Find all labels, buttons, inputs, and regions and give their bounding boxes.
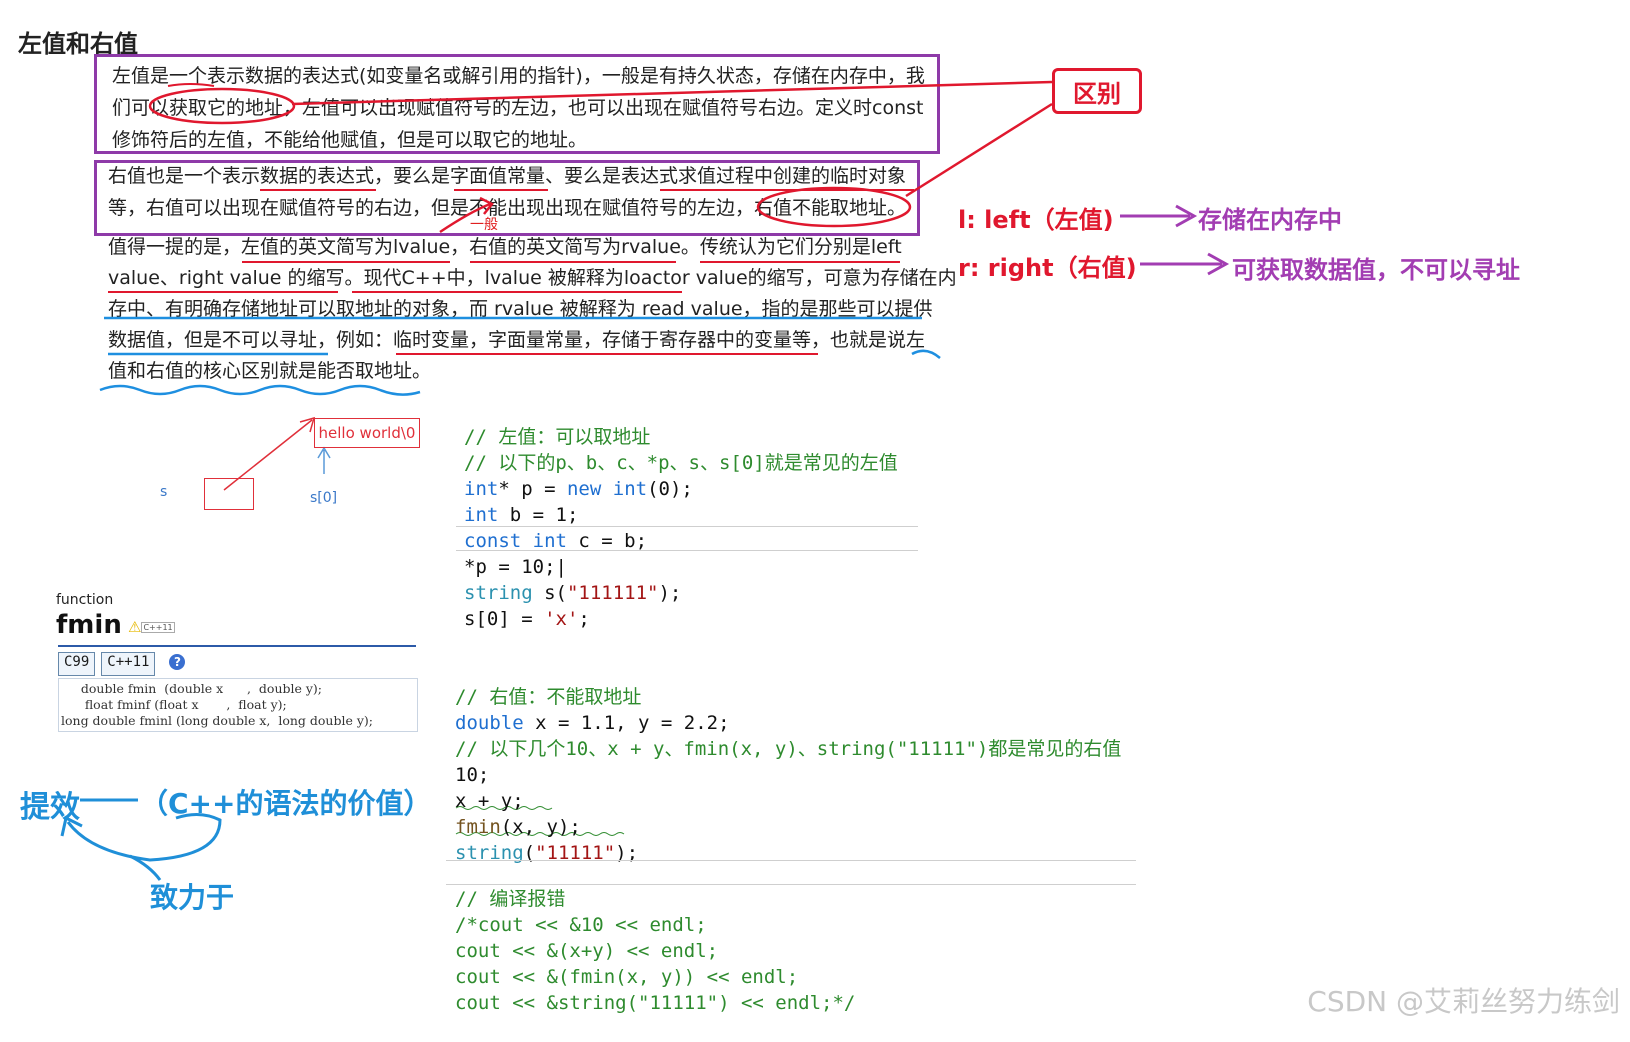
l-arrow bbox=[1120, 204, 1198, 228]
reference-tabs: C99 C++11 ? bbox=[58, 652, 418, 676]
code-line: s[0] = 'x'; bbox=[464, 608, 590, 630]
reference-signatures: double fmin (double x , double y); float… bbox=[58, 678, 418, 732]
code-comment: // 以下几个10、x + y、fmin(x, y)、string("11111… bbox=[455, 738, 1122, 760]
code-comment: // 以下的p、b、c、*p、s、s[0]就是常见的左值 bbox=[464, 452, 898, 474]
code-line: double x = 1.1, y = 2.2; bbox=[455, 712, 730, 734]
r-arrow bbox=[1140, 252, 1230, 276]
code-comment: cout << &(x+y) << endl; bbox=[455, 940, 719, 962]
code-line: x + y; bbox=[455, 790, 524, 812]
warning-icon: ⚠ bbox=[128, 618, 142, 636]
efficiency-label: 提效 bbox=[20, 790, 80, 825]
code-comment: // 编译报错 bbox=[455, 888, 566, 910]
reference-kind: function bbox=[56, 592, 114, 608]
red-underline bbox=[167, 83, 215, 87]
address-circle bbox=[148, 87, 296, 125]
lvalue-code-block: // 左值：可以取地址 // 以下的p、b、c、*p、s、s[0]就是常见的左值 i… bbox=[464, 398, 898, 658]
l-annotation: l: left（左值) bbox=[958, 200, 1114, 235]
difference-label: 区别 bbox=[1052, 68, 1142, 114]
hello-world-box: hello world\0 bbox=[314, 418, 420, 448]
error-code-block: // 编译报错 /*cout << &10 << endl; cout << &(x… bbox=[455, 860, 855, 1042]
signature-line: double fmin (double x , double y); bbox=[61, 681, 323, 696]
code-comment: // 右值：不能取地址 bbox=[455, 686, 642, 708]
code-line: *p = 10;| bbox=[464, 556, 567, 578]
code-line: int b = 1; bbox=[464, 504, 579, 526]
committed-label: 致力于 bbox=[150, 881, 235, 914]
code-comment: /*cout << &10 << endl; bbox=[455, 914, 707, 936]
r-annotation: r: right（右值) bbox=[958, 248, 1137, 283]
blue-wavy-underline bbox=[911, 349, 941, 359]
signature-line: long double fminl (long double x, long d… bbox=[61, 713, 373, 728]
r-value-text: 可获取数据值，不可以寻址 bbox=[1232, 256, 1520, 284]
help-icon[interactable]: ? bbox=[169, 654, 186, 670]
tab-cpp11[interactable]: C++11 bbox=[101, 652, 156, 676]
rvalue-code-block: // 右值：不能取地址 double x = 1.1, y = 2.2; // 以下… bbox=[455, 658, 1121, 892]
tab-c99[interactable]: C99 bbox=[58, 652, 96, 676]
code-line: 10; bbox=[455, 764, 490, 786]
code-comment: // 左值：可以取地址 bbox=[464, 426, 651, 448]
difference-connector-top bbox=[291, 80, 1053, 106]
code-line: int* p = new int(0); bbox=[464, 478, 693, 500]
general-label: 一般 bbox=[470, 217, 498, 233]
index-arrow bbox=[317, 446, 331, 474]
s0-label: s[0] bbox=[310, 490, 338, 506]
cpp11-badge-text: C++11 bbox=[141, 621, 175, 633]
code-comment: cout << &string("11111") << endl;*/ bbox=[455, 992, 856, 1014]
code-line: string s("111111"); bbox=[464, 582, 682, 604]
r-value: 可获取数据值，不可以寻址 bbox=[1232, 250, 1520, 285]
reference-name: fmin bbox=[56, 610, 122, 640]
cpp-value-label: （C++的语法的价值） bbox=[140, 787, 432, 820]
l-value: 存储在内存中 bbox=[1198, 200, 1342, 235]
s-label: s bbox=[160, 484, 168, 500]
code-line: fmin(x, y); bbox=[455, 816, 581, 838]
r-key: r: right（右值) bbox=[958, 254, 1137, 282]
difference-connector-bottom bbox=[905, 102, 1053, 198]
code-separator bbox=[456, 550, 918, 551]
signature-line: float fminf (float x , float y); bbox=[61, 697, 287, 712]
s-variable-box bbox=[204, 478, 254, 510]
no-address-circle bbox=[756, 186, 912, 228]
code-comment: cout << &(fmin(x, y)) << endl; bbox=[455, 966, 799, 988]
l-value-text: 存储在内存中 bbox=[1198, 206, 1342, 234]
code-separator bbox=[456, 526, 918, 527]
blue-wavy-underline bbox=[99, 384, 421, 396]
watermark: CSDN @艾莉丝努力练剑 bbox=[1307, 985, 1620, 1018]
l-key: l: left（左值) bbox=[958, 206, 1114, 234]
cpp11-badge: ⚠ C++11 bbox=[128, 618, 175, 636]
